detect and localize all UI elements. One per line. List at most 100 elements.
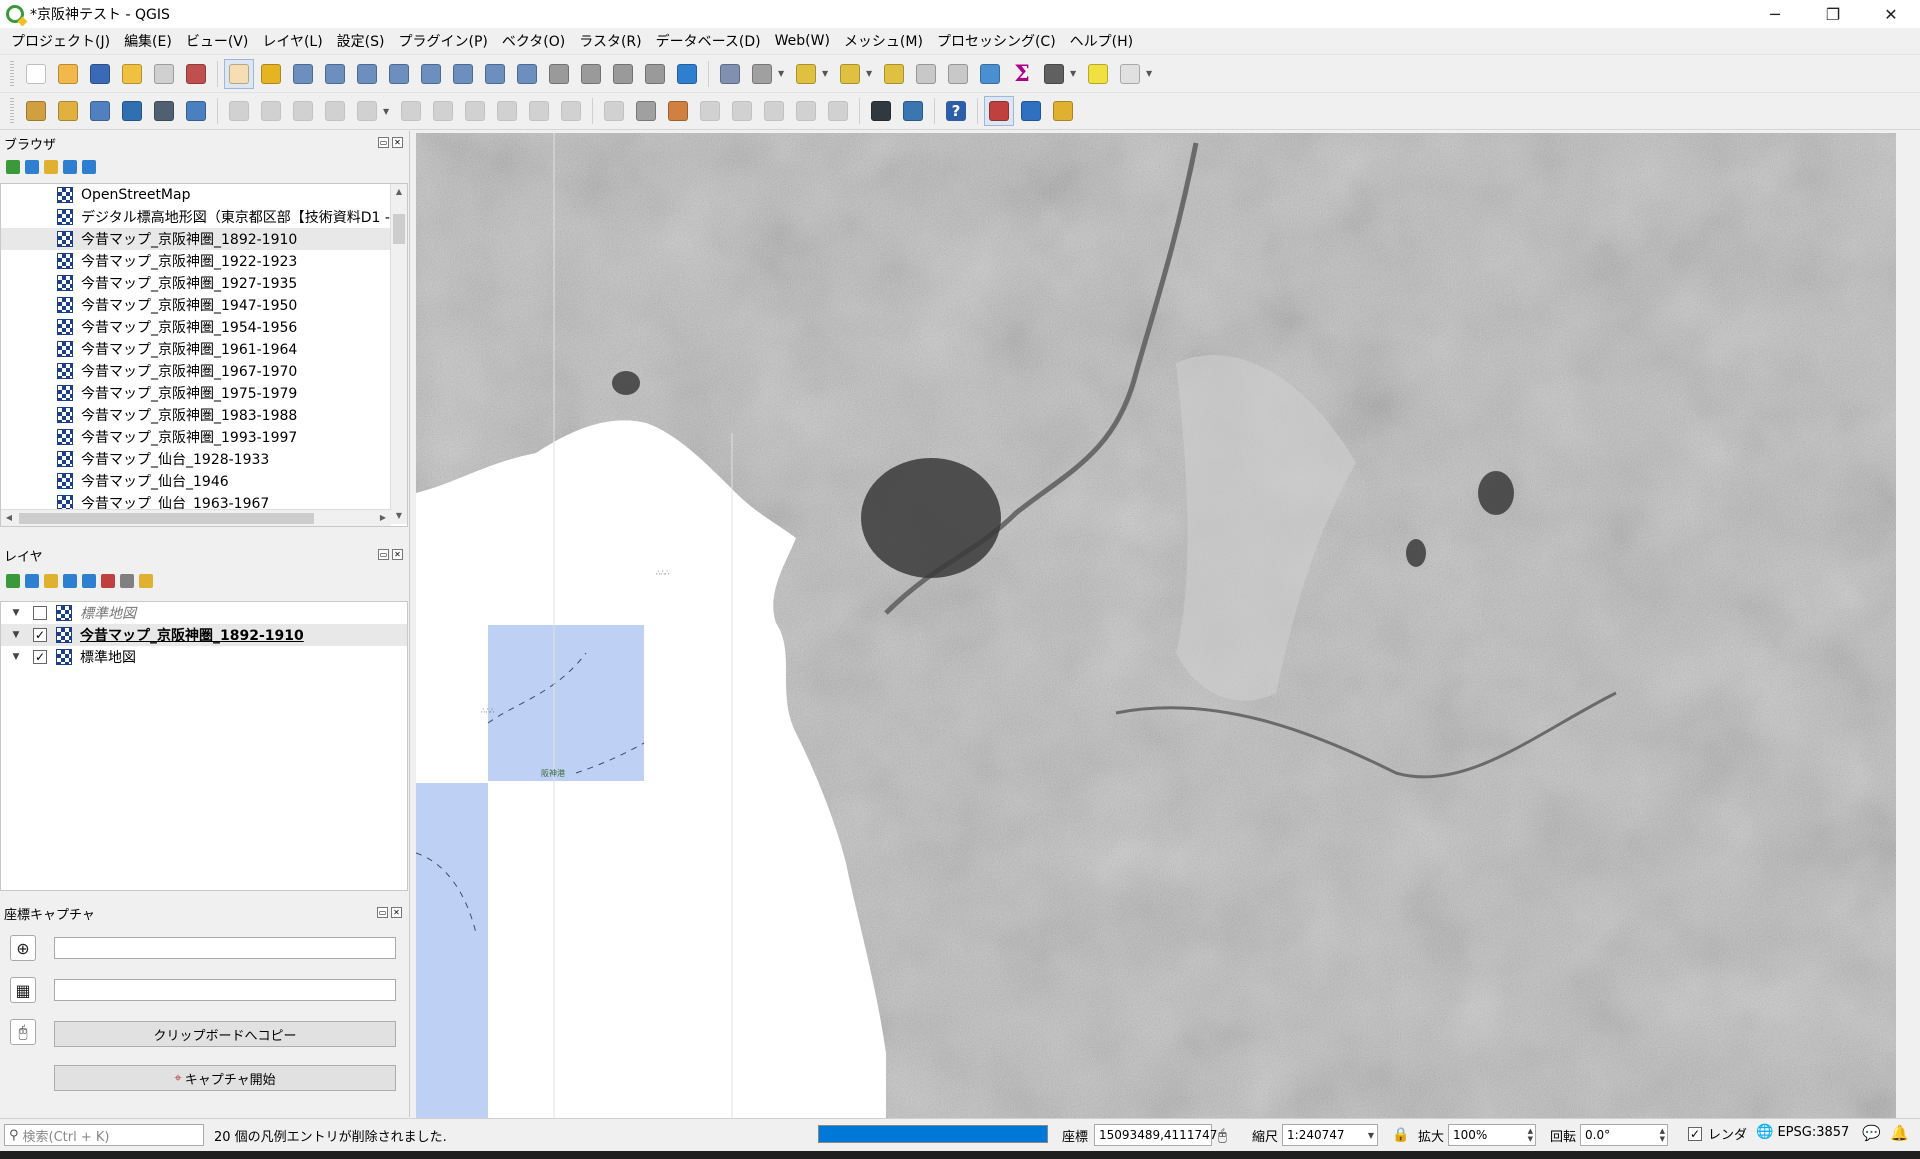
pan-to-selection-button[interactable] [256,59,286,89]
chevron-down-icon[interactable]: ▼ [1070,69,1078,78]
scrollbar-thumb[interactable] [19,513,314,524]
coordinate-capture-button[interactable] [984,96,1014,126]
help-button[interactable]: ? [941,96,971,126]
collapse-all-icon[interactable] [120,574,134,588]
info-icon[interactable] [82,160,96,174]
menu-item[interactable]: プロセッシング(C) [930,31,1063,51]
close-panel-button[interactable]: ✕ [392,137,403,148]
coordinate-field-2[interactable] [54,979,396,1001]
scroll-down-icon[interactable]: ▼ [391,508,407,524]
chevron-down-icon[interactable]: ▼ [866,69,874,78]
lock-icon[interactable]: 🔒 [1392,1127,1409,1143]
vertex-tool-button[interactable] [352,96,382,126]
save-as-button[interactable] [117,59,147,89]
gps-tool-button[interactable] [1048,96,1078,126]
zoom-next-button[interactable] [512,59,542,89]
zoom-full-button[interactable] [384,59,414,89]
zoom-out-button[interactable] [320,59,350,89]
zoom-selection-button[interactable] [416,59,446,89]
menu-item[interactable]: ベクタ(O) [495,31,572,51]
close-panel-button[interactable]: ✕ [391,907,402,918]
browser-vertical-scrollbar[interactable]: ▲ ▼ [390,184,407,524]
crs-button[interactable]: 🌐 EPSG:3857 [1756,1124,1849,1140]
menu-item[interactable]: レイヤ(L) [255,31,329,51]
browser-item[interactable]: 今昔マップ_京阪神圏_1983-1988 [1,404,407,426]
browser-item[interactable]: 今昔マップ_京阪神圏_1993-1997 [1,426,407,448]
menu-item[interactable]: プラグイン(P) [391,31,494,51]
open-project-button[interactable] [53,59,83,89]
new-map-view-button[interactable] [544,59,574,89]
browser-item[interactable]: 今昔マップ_京阪神圏_1922-1923 [1,250,407,272]
change-label-button[interactable] [791,96,821,126]
temporal-button[interactable] [640,59,670,89]
new-virtual-layer-button[interactable] [181,96,211,126]
rotate-label-button[interactable] [759,96,789,126]
mouse-icon[interactable]: 🖰 [10,1019,36,1045]
filter-icon[interactable] [44,160,58,174]
add-layer-icon[interactable] [6,160,20,174]
actions-button[interactable] [747,59,777,89]
menu-item[interactable]: メッシュ(M) [837,31,930,51]
browser-horizontal-scrollbar[interactable]: ◀ ▶ [1,509,391,526]
python-console-button[interactable] [898,96,928,126]
copy-to-clipboard-button[interactable]: クリップボードへコピー [54,1021,396,1047]
move-label-button[interactable] [727,96,757,126]
restore-button[interactable]: ❐ [1804,0,1862,28]
menu-item[interactable]: プロジェクト(J) [4,31,117,51]
menu-item[interactable]: データベース(D) [649,31,768,51]
browser-item[interactable]: OpenStreetMap [1,184,407,206]
new-project-button[interactable] [21,59,51,89]
refresh-button[interactable] [672,59,702,89]
manage-visibility-icon[interactable] [44,574,58,588]
magnify-spinbox[interactable]: 100% ▲ ▼ [1448,1124,1537,1146]
layer-visibility-checkbox[interactable] [33,606,47,620]
new-temp-layer-button[interactable] [149,96,179,126]
redo-button[interactable] [556,96,586,126]
select-features-button[interactable] [791,59,821,89]
select-by-value-button[interactable] [835,59,865,89]
layer-item[interactable]: ▼ 標準地図 [1,602,407,624]
style-manager-button[interactable] [181,59,211,89]
scroll-right-icon[interactable]: ▶ [375,510,391,526]
expand-all-icon[interactable] [101,574,115,588]
add-spatialite-button[interactable] [117,96,147,126]
browser-item[interactable]: 今昔マップ_京阪神圏_1947-1950 [1,294,407,316]
render-checkbox[interactable]: ✓ [1688,1126,1702,1141]
refresh-icon[interactable] [25,160,39,174]
mouse-icon[interactable]: 🖰 [1218,1126,1227,1144]
menu-item[interactable]: ヘルプ(H) [1063,31,1140,51]
zoom-in-button[interactable] [288,59,318,89]
layer-item[interactable]: ▼ ✓ 標準地図 [1,646,407,668]
unpin-labels-button[interactable] [823,96,853,126]
pan-map-button[interactable] [224,58,254,89]
scroll-left-icon[interactable]: ◀ [1,510,17,526]
measure-button[interactable] [1039,59,1069,89]
save-project-button[interactable] [85,59,115,89]
close-panel-button[interactable]: ✕ [392,549,403,560]
browser-item[interactable]: 今昔マップ_京阪神圏_1892-1910 [1,228,407,250]
browser-item[interactable]: 今昔マップ_京阪神圏_1967-1970 [1,360,407,382]
new-shapefile-button[interactable] [85,96,115,126]
layers-tree[interactable]: ▼ 標準地図 ▼ ✓ 今昔マップ_京阪神圏_1892-1910 ▼ ✓ 標準地図 [0,601,408,891]
messages-button[interactable]: 💬 [1862,1124,1881,1142]
menu-item[interactable]: ラスタ(R) [572,31,648,51]
show-labels-button[interactable] [695,96,725,126]
expand-icon[interactable]: ▼ [5,652,27,662]
browser-item[interactable]: 今昔マップ_仙台_1946 [1,470,407,492]
browser-item[interactable]: 今昔マップ_京阪神圏_1975-1979 [1,382,407,404]
chevron-down-icon[interactable]: ▼ [778,69,786,78]
float-panel-button[interactable]: ▭ [377,907,388,918]
layer-visibility-checkbox[interactable]: ✓ [33,650,47,664]
scroll-up-icon[interactable]: ▲ [391,184,407,200]
remove-layer-icon[interactable] [139,574,153,588]
scale-combo[interactable]: 1:240747 ▼ [1282,1124,1379,1146]
filter-legend-icon[interactable] [63,574,77,588]
copy-features-button[interactable] [460,96,490,126]
show-bookmarks-button[interactable] [608,59,638,89]
render-toggle[interactable]: ✓ レンダ [1688,1124,1747,1143]
map-canvas[interactable]: 阪神港 ∴∴∴ ∴∴∴ [416,133,1896,1118]
chevron-down-icon[interactable]: ▼ [1146,69,1154,78]
coordinate-value[interactable]: 15093489,4111747 [1094,1124,1217,1146]
save-edits-button[interactable] [288,96,318,126]
zoom-last-button[interactable] [480,59,510,89]
